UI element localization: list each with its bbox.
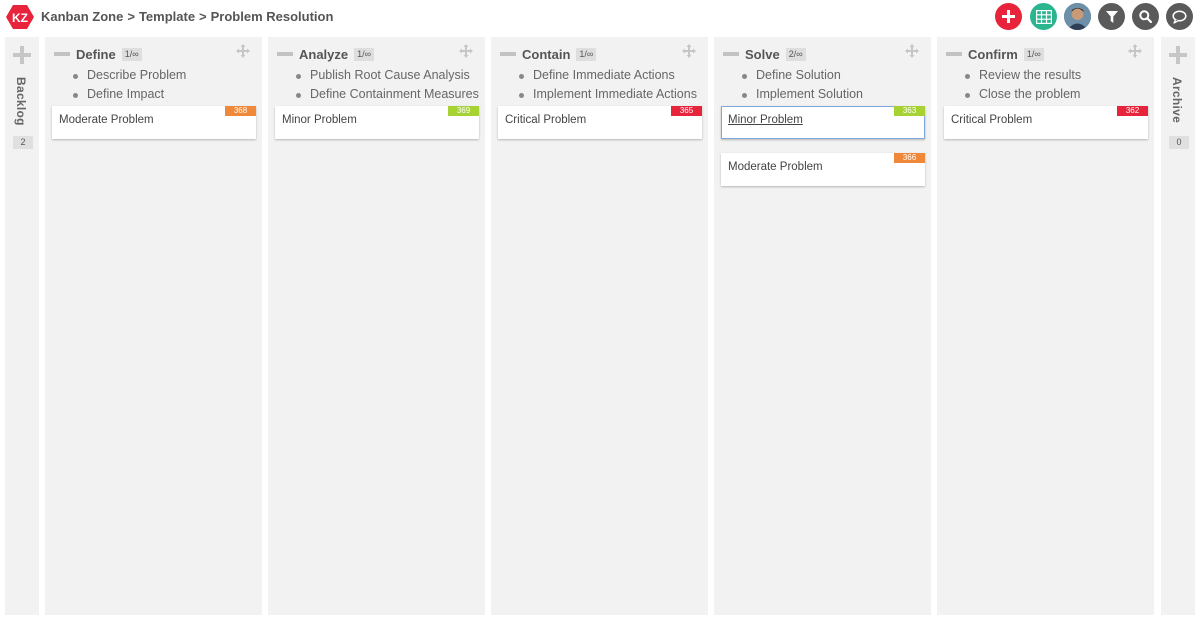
column-header: Solve 2/∞ <box>723 46 806 62</box>
criteria-item: Define Solution <box>740 66 925 85</box>
criteria-item: Describe Problem <box>71 66 256 85</box>
collapse-column-button[interactable] <box>723 52 739 56</box>
breadcrumb-separator: > <box>127 9 135 24</box>
archive-count: 0 <box>1169 136 1189 149</box>
card[interactable]: Critical Problem 365 <box>498 106 702 139</box>
criteria-item: Implement Solution <box>740 85 925 104</box>
move-icon[interactable] <box>459 44 473 58</box>
card-title[interactable]: Critical Problem <box>505 114 586 126</box>
definition-of-done-list: Review the results Close the problem <box>963 66 1148 104</box>
plus-icon <box>1002 10 1015 23</box>
column-title: Confirm <box>968 46 1018 62</box>
column-title: Analyze <box>299 46 349 62</box>
criteria-item: Review the results <box>963 66 1148 85</box>
wip-limit-badge: 1/∞ <box>354 47 375 61</box>
user-avatar-button[interactable] <box>1064 3 1091 30</box>
column-solve: Solve 2/∞ Define Solution Implement Solutio… <box>714 37 931 615</box>
column-header: Define 1/∞ <box>54 46 142 62</box>
add-card-button[interactable] <box>995 3 1022 30</box>
search-button[interactable] <box>1132 3 1159 30</box>
column-title: Define <box>76 46 116 62</box>
add-to-backlog-icon[interactable] <box>13 46 31 64</box>
table-view-button[interactable] <box>1030 3 1057 30</box>
chat-button[interactable] <box>1166 3 1193 30</box>
column-define: Define 1/∞ Describe Problem Define Impact Mo… <box>45 37 262 615</box>
card[interactable]: Moderate Problem 368 <box>52 106 256 139</box>
card-id-badge: 365 <box>671 106 702 116</box>
definition-of-done-list: Define Immediate Actions Implement Immedi… <box>517 66 702 104</box>
breadcrumb-folder[interactable]: Template <box>139 9 195 24</box>
search-icon <box>1139 10 1152 23</box>
column-contain: Contain 1/∞ Define Immediate Actions Implem… <box>491 37 708 615</box>
wip-limit-badge: 1/∞ <box>121 47 142 61</box>
top-bar: KZ Kanban Zone > Template > Problem Resoluti… <box>0 0 1200 34</box>
card[interactable]: Minor Problem 363 <box>721 106 925 139</box>
card-id-badge: 366 <box>894 153 925 163</box>
collapse-column-button[interactable] <box>500 52 516 56</box>
card-id-badge: 368 <box>225 106 256 116</box>
breadcrumb: Kanban Zone > Template > Problem Resolution <box>41 9 333 24</box>
card-title[interactable]: Minor Problem <box>728 114 803 126</box>
grid-icon <box>1035 9 1052 24</box>
collapse-column-button[interactable] <box>946 52 962 56</box>
card-id-badge: 369 <box>448 106 479 116</box>
wip-limit-badge: 2/∞ <box>785 47 806 61</box>
kanban-zone-logo[interactable]: KZ <box>6 4 34 30</box>
move-icon[interactable] <box>1128 44 1142 58</box>
column-header: Analyze 1/∞ <box>277 46 375 62</box>
add-to-archive-icon[interactable] <box>1169 46 1187 64</box>
backlog-label: Backlog <box>14 77 28 126</box>
breadcrumb-org[interactable]: Kanban Zone <box>41 9 123 24</box>
card-title[interactable]: Critical Problem <box>951 114 1032 126</box>
filter-button[interactable] <box>1098 3 1125 30</box>
column-analyze: Analyze 1/∞ Publish Root Cause Analysis Def… <box>268 37 485 615</box>
card[interactable]: Moderate Problem 366 <box>721 153 925 186</box>
definition-of-done-list: Define Solution Implement Solution <box>740 66 925 104</box>
svg-text:KZ: KZ <box>12 11 28 25</box>
card-id-badge: 362 <box>1117 106 1148 116</box>
card-id-badge: 363 <box>894 106 925 116</box>
definition-of-done-list: Publish Root Cause Analysis Define Contai… <box>294 66 479 104</box>
definition-of-done-list: Describe Problem Define Impact <box>71 66 256 104</box>
filter-icon <box>1105 10 1118 23</box>
card[interactable]: Critical Problem 362 <box>944 106 1148 139</box>
card-title[interactable]: Moderate Problem <box>728 161 823 173</box>
backlog-lane[interactable]: Backlog 2 <box>5 37 39 615</box>
card-title[interactable]: Minor Problem <box>282 114 357 126</box>
kanban-board: Backlog 2 Define 1/∞ Describe Problem Defin… <box>0 37 1200 621</box>
criteria-item: Define Immediate Actions <box>517 66 702 85</box>
column-title: Solve <box>745 46 780 62</box>
column-header: Confirm 1/∞ <box>946 46 1044 62</box>
card-title[interactable]: Moderate Problem <box>59 114 154 126</box>
criteria-item: Publish Root Cause Analysis <box>294 66 479 85</box>
column-header: Contain 1/∞ <box>500 46 597 62</box>
criteria-item: Implement Immediate Actions <box>517 85 702 104</box>
archive-lane[interactable]: Archive 0 <box>1161 37 1195 615</box>
wip-limit-badge: 1/∞ <box>576 47 597 61</box>
criteria-item: Define Containment Measures <box>294 85 479 104</box>
move-icon[interactable] <box>236 44 250 58</box>
backlog-count: 2 <box>13 136 33 149</box>
column-confirm: Confirm 1/∞ Review the results Close the pr… <box>937 37 1154 615</box>
collapse-column-button[interactable] <box>54 52 70 56</box>
wip-limit-badge: 1/∞ <box>1023 47 1044 61</box>
column-title: Contain <box>522 46 571 62</box>
move-icon[interactable] <box>905 44 919 58</box>
archive-label: Archive <box>1170 77 1184 124</box>
breadcrumb-separator: > <box>199 9 207 24</box>
move-icon[interactable] <box>682 44 696 58</box>
breadcrumb-board: Problem Resolution <box>210 9 334 24</box>
chat-icon <box>1172 9 1187 24</box>
criteria-item: Define Impact <box>71 85 256 104</box>
avatar <box>1064 3 1091 30</box>
card[interactable]: Minor Problem 369 <box>275 106 479 139</box>
collapse-column-button[interactable] <box>277 52 293 56</box>
criteria-item: Close the problem <box>963 85 1148 104</box>
